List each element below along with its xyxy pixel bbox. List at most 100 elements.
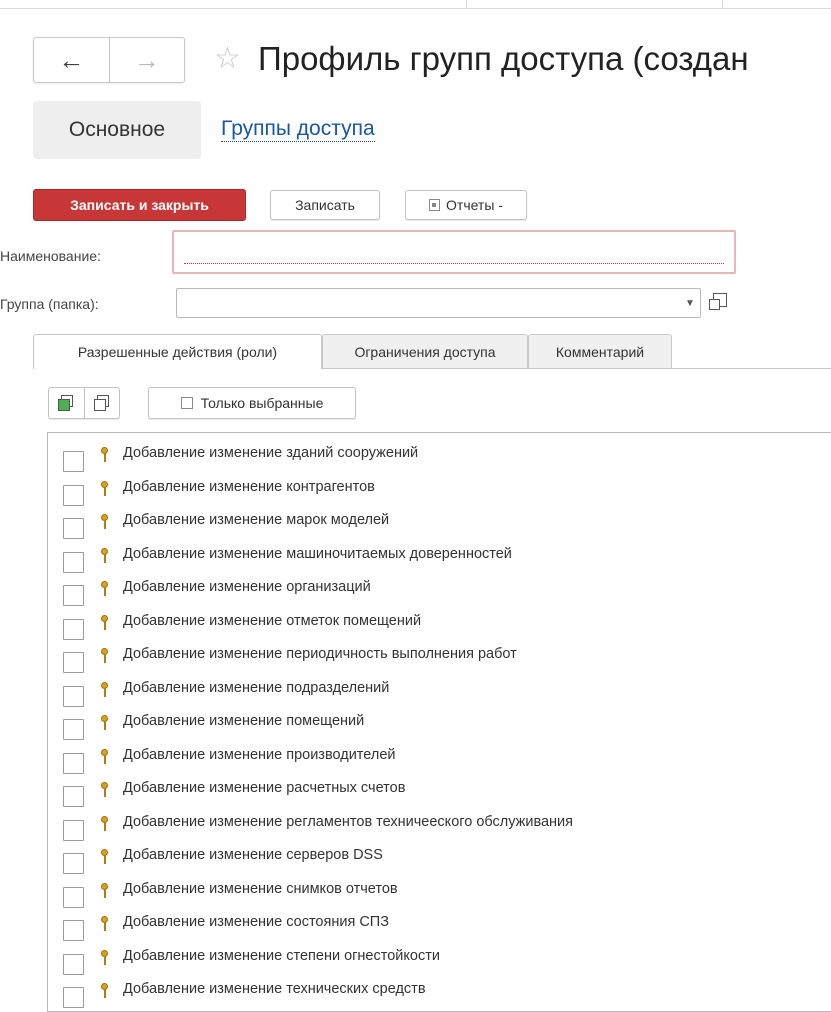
uncheck-all-button[interactable] bbox=[85, 388, 120, 418]
list-item[interactable]: Добавление изменение машиночитаемых дове… bbox=[48, 539, 828, 573]
arrow-right-icon: → bbox=[133, 44, 160, 75]
check-all-icon-front bbox=[58, 399, 70, 411]
uncheck-all-icon-front bbox=[93, 399, 106, 411]
group-label: Группа (папка): bbox=[0, 296, 99, 312]
key-icon bbox=[101, 849, 109, 865]
role-checkbox[interactable] bbox=[63, 451, 84, 472]
key-icon bbox=[101, 480, 109, 497]
role-checkbox[interactable] bbox=[63, 618, 84, 640]
role-checkbox[interactable] bbox=[63, 853, 84, 874]
back-button[interactable]: ← bbox=[34, 38, 110, 82]
list-item[interactable]: Добавление изменение серверов DSS bbox=[48, 840, 828, 874]
list-item[interactable]: Добавление изменение расчетных счетов bbox=[48, 773, 828, 807]
list-item[interactable]: Добавление изменение регламентов техниче… bbox=[48, 807, 828, 841]
list-item[interactable]: Добавление изменение контрагентов bbox=[48, 472, 828, 506]
list-item[interactable]: Добавление изменение технических средств bbox=[48, 974, 828, 1008]
star-icon[interactable]: ☆ bbox=[214, 42, 241, 76]
key-icon bbox=[101, 614, 109, 631]
tab-allowed-actions[interactable]: Разрешенные действия (роли) bbox=[33, 334, 322, 369]
role-checkbox[interactable] bbox=[63, 987, 84, 1008]
list-item[interactable]: Добавление изменение отметок помещений bbox=[48, 606, 828, 640]
list-item[interactable]: Добавление изменение зданий сооружений bbox=[48, 438, 828, 472]
only-selected-toggle[interactable]: Только выбранные bbox=[148, 387, 356, 419]
key-icon bbox=[101, 514, 109, 530]
save-button[interactable]: Записать bbox=[270, 190, 380, 220]
role-label: Добавление изменение технических средств bbox=[123, 981, 426, 997]
list-item[interactable]: Добавление изменение подразделений bbox=[48, 673, 828, 707]
role-label: Добавление изменение периодичность выпол… bbox=[123, 646, 517, 662]
check-all-button[interactable] bbox=[49, 388, 85, 418]
role-checkbox[interactable] bbox=[63, 886, 84, 908]
group-input[interactable] bbox=[176, 288, 701, 318]
key-icon bbox=[101, 447, 109, 463]
form-tab-main[interactable]: Основное bbox=[33, 101, 201, 159]
role-checkbox[interactable] bbox=[63, 551, 84, 573]
role-label: Добавление изменение степени огнестойкос… bbox=[123, 947, 440, 964]
role-checkbox[interactable] bbox=[63, 585, 84, 606]
role-label: Добавление изменение регламентов техниче… bbox=[123, 813, 574, 830]
key-icon bbox=[101, 547, 109, 564]
role-label: Добавление изменение подразделений bbox=[123, 679, 390, 696]
key-icon bbox=[101, 882, 109, 899]
required-underline bbox=[184, 263, 724, 264]
roles-list[interactable]: Добавление изменение зданий сооружений До… bbox=[47, 432, 831, 1012]
nav-buttons: ← → bbox=[33, 37, 185, 83]
role-label: Добавление изменение отметок помещений bbox=[123, 612, 422, 629]
role-checkbox[interactable] bbox=[63, 484, 84, 506]
checkbox-icon bbox=[180, 397, 193, 409]
list-item[interactable]: Добавление изменение периодичность выпол… bbox=[48, 639, 828, 673]
role-label: Добавление изменение снимков отчетов bbox=[123, 880, 398, 897]
only-selected-label: Только выбранные bbox=[200, 395, 324, 411]
role-checkbox[interactable] bbox=[63, 719, 84, 740]
key-icon bbox=[101, 715, 109, 731]
tab-comment[interactable]: Комментарий bbox=[528, 334, 672, 368]
list-item[interactable]: Добавление изменение помещений bbox=[48, 706, 828, 740]
list-item[interactable]: Добавление изменение снимков отчетов bbox=[48, 874, 828, 908]
list-item[interactable]: Добавление изменение марок моделей bbox=[48, 505, 828, 539]
name-label: Наименование: bbox=[0, 248, 101, 264]
role-checkbox[interactable] bbox=[63, 685, 84, 707]
role-label: Добавление изменение производителей bbox=[123, 746, 396, 763]
report-icon bbox=[429, 199, 441, 211]
role-checkbox[interactable] bbox=[63, 920, 84, 941]
reports-button[interactable]: Отчеты - bbox=[405, 190, 527, 220]
key-icon bbox=[101, 681, 109, 698]
tab-divider bbox=[322, 368, 831, 369]
role-checkbox[interactable] bbox=[63, 819, 84, 841]
role-checkbox[interactable] bbox=[63, 953, 84, 975]
forward-button[interactable]: → bbox=[110, 38, 185, 82]
name-input[interactable] bbox=[172, 230, 736, 274]
list-item[interactable]: Добавление изменение состояния СПЗ bbox=[48, 907, 828, 941]
role-label: Добавление изменение помещений bbox=[123, 713, 365, 729]
open-button[interactable] bbox=[707, 289, 729, 315]
key-icon bbox=[101, 916, 109, 932]
tab-access-restrictions[interactable]: Ограничения доступа bbox=[322, 334, 528, 368]
list-item[interactable]: Добавление изменение производителей bbox=[48, 740, 828, 774]
key-icon bbox=[101, 581, 109, 597]
key-icon bbox=[101, 949, 109, 966]
role-checkbox[interactable] bbox=[63, 518, 84, 539]
check-buttons bbox=[48, 387, 120, 419]
list-item[interactable]: Добавление изменение степени огнестойкос… bbox=[48, 941, 828, 975]
top-separator bbox=[722, 0, 723, 8]
role-label: Добавление изменение марок моделей bbox=[123, 512, 390, 528]
role-label: Добавление изменение машиночитаемых дове… bbox=[123, 545, 512, 562]
key-icon bbox=[101, 983, 109, 999]
role-checkbox[interactable] bbox=[63, 652, 84, 673]
key-icon bbox=[101, 648, 109, 664]
dropdown-button[interactable]: ▼ bbox=[683, 291, 697, 315]
save-and-close-button[interactable]: Записать и закрыть bbox=[33, 189, 246, 221]
role-label: Добавление изменение контрагентов bbox=[123, 478, 375, 495]
role-checkbox[interactable] bbox=[63, 786, 84, 807]
role-label: Добавление изменение серверов DSS bbox=[123, 847, 383, 863]
top-border bbox=[0, 0, 831, 9]
chevron-down-icon: ▼ bbox=[685, 297, 695, 309]
list-item[interactable]: Добавление изменение организаций bbox=[48, 572, 828, 606]
role-checkbox[interactable] bbox=[63, 752, 84, 774]
page-title: Профиль групп доступа (создан bbox=[258, 40, 749, 77]
top-separator bbox=[466, 0, 467, 8]
key-icon bbox=[101, 782, 109, 798]
form-tab-access-groups[interactable]: Группы доступа bbox=[221, 117, 375, 142]
role-label: Добавление изменение расчетных счетов bbox=[123, 780, 406, 796]
open-icon-part bbox=[709, 299, 720, 310]
